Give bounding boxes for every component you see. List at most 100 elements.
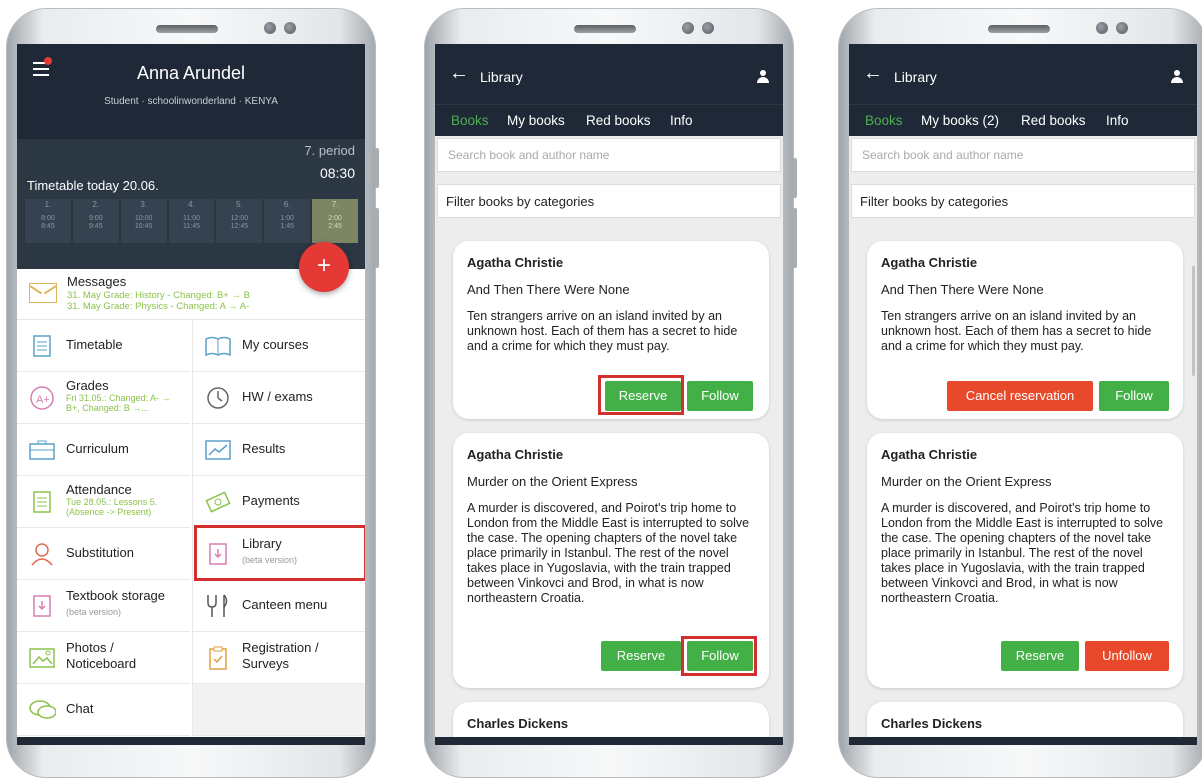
user-icon[interactable] [1170, 70, 1184, 84]
book-author: Charles Dickens [881, 716, 983, 731]
tile-registration-surveys[interactable]: Registration / Surveys [192, 632, 365, 684]
reserve-button[interactable]: Reserve [601, 641, 681, 671]
clipboard-icon [204, 644, 232, 672]
tile-my-courses[interactable]: My courses [192, 320, 365, 372]
highlight-follow [681, 636, 757, 676]
sensor-icon [284, 22, 296, 34]
category-filter[interactable]: Filter books by categories [851, 184, 1195, 218]
search-input[interactable] [446, 147, 770, 163]
chart-icon [204, 436, 232, 464]
app-bar: ← Library [849, 44, 1197, 104]
clock-icon [204, 384, 232, 412]
search-input[interactable] [860, 147, 1184, 163]
tile-curriculum[interactable]: Curriculum [17, 424, 190, 476]
search-box[interactable] [437, 138, 781, 172]
tile-textbook-storage[interactable]: Textbook storage (beta version) [17, 580, 190, 632]
tile-label: Payments [242, 493, 300, 508]
tile-hw-exams[interactable]: HW / exams [192, 372, 365, 424]
tab-red-books[interactable]: Red books [586, 113, 651, 128]
briefcase-icon [28, 436, 56, 464]
tile-label: My courses [242, 337, 309, 352]
tab-my-books[interactable]: My books [507, 113, 565, 128]
tile-subtext: Fri 31.05.: Changed: A- → B+, Changed: B… [66, 393, 171, 413]
tile-chat[interactable]: Chat [17, 684, 190, 736]
back-arrow-icon[interactable]: ← [449, 62, 469, 85]
book-author: Charles Dickens [467, 716, 569, 731]
tab-info[interactable]: Info [670, 113, 693, 128]
page-title: Library [894, 69, 937, 85]
tile-subtext: (beta version) [66, 607, 122, 617]
download-icon [28, 592, 56, 620]
follow-button[interactable]: Follow [1099, 381, 1169, 411]
profile-header: Anna Arundel Student · schoolinwonderlan… [17, 44, 365, 269]
tile-photos-noticeboard[interactable]: Photos / Noticeboard [17, 632, 190, 684]
reserve-button[interactable]: Reserve [1001, 641, 1079, 671]
book-description: A murder is discovered, and Poirot's tri… [467, 501, 750, 605]
book-icon [204, 332, 232, 360]
book-author: Agatha Christie [881, 255, 978, 270]
grade-icon: A+ [28, 384, 56, 412]
power-button [375, 208, 379, 268]
tile-canteen-menu[interactable]: Canteen menu [192, 580, 365, 632]
library-content: Filter books by categories Agatha Christ… [849, 136, 1197, 744]
back-arrow-icon[interactable]: ← [863, 62, 883, 85]
scrollbar[interactable] [1192, 266, 1195, 376]
tile-payments[interactable]: Payments [192, 476, 365, 528]
money-icon [204, 488, 232, 516]
add-button[interactable]: + [299, 242, 349, 292]
tab-books[interactable]: Books [451, 113, 489, 128]
user-name: Anna Arundel [136, 63, 246, 83]
tile-label-line2: Noticeboard [66, 656, 137, 671]
category-filter[interactable]: Filter books by categories [437, 184, 781, 218]
tile-results[interactable]: Results [192, 424, 365, 476]
highlight-library [194, 525, 365, 581]
tab-info[interactable]: Info [1106, 113, 1129, 128]
book-card: Agatha Christie And Then There Were None… [867, 241, 1183, 419]
volume-button [793, 158, 797, 198]
tile-substitution[interactable]: Substitution [17, 528, 190, 580]
tile-timetable[interactable]: Timetable [17, 320, 190, 372]
tile-label: Photos / [66, 640, 114, 655]
tile-grades[interactable]: A+ Grades Fri 31.05.: Changed: A- → B+, … [17, 372, 190, 424]
tile-label: Textbook storage [66, 588, 166, 603]
period-cell: 2. 9:00 9:45 [72, 199, 119, 243]
empty-tile [192, 684, 365, 736]
tile-label: Registration / [242, 640, 319, 655]
nav-bar [435, 737, 783, 745]
unfollow-button[interactable]: Unfollow [1085, 641, 1169, 671]
tab-books[interactable]: Books [865, 113, 903, 128]
timetable-icon [28, 332, 56, 360]
camera-icon [1096, 22, 1108, 34]
nav-bar [849, 737, 1197, 745]
period-cell: 4. 11:00 11:45 [168, 199, 215, 243]
envelope-icon [29, 283, 57, 303]
tab-red-books[interactable]: Red books [1021, 113, 1086, 128]
tile-label: Grades [66, 378, 109, 393]
tile-label: Curriculum [66, 441, 129, 456]
tile-label: HW / exams [242, 389, 313, 404]
current-time: 08:30 [319, 165, 355, 181]
message-preview: 31. May Grade: Physics - Changed: A → A- [67, 301, 250, 312]
library-content: Filter books by categories Agatha Christ… [435, 136, 783, 744]
search-box[interactable] [851, 138, 1195, 172]
period-cell: 5. 12:00 12:45 [216, 199, 263, 243]
svg-text:A+: A+ [36, 394, 50, 406]
power-button [793, 208, 797, 268]
follow-button[interactable]: Follow [687, 381, 753, 411]
book-title: Murder on the Orient Express [467, 474, 638, 489]
period-cell: 6. 1:00 1:45 [264, 199, 311, 243]
page-title: Library [480, 69, 523, 85]
library-screen: ← Library Books My books Red books Info … [435, 44, 783, 744]
book-author: Agatha Christie [467, 447, 564, 462]
tile-attendance[interactable]: Attendance Tue 28.05.: Lessons 5. (Absen… [17, 476, 190, 528]
tile-subtext: Tue 28.05.: Lessons 5. (Absence -> Prese… [66, 497, 158, 517]
book-description: Ten strangers arrive on an island invite… [881, 309, 1152, 353]
highlight-reserve [598, 375, 684, 415]
period-grid: 1. 8:00 8:45 2. 9:00 9:45 3. 10:00 10:45 4. 11:… [25, 199, 359, 243]
tab-my-books[interactable]: My books (2) [921, 113, 999, 128]
tile-label: Chat [66, 701, 94, 716]
cancel-reservation-button[interactable]: Cancel reservation [947, 381, 1093, 411]
user-icon[interactable] [756, 70, 770, 84]
speaker-grille [574, 25, 636, 33]
app-bar: ← Library [435, 44, 783, 104]
